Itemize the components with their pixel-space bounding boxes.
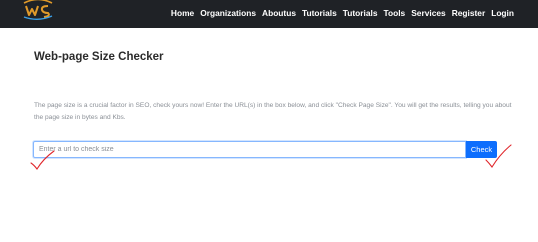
top-navbar: Home Organizations Aboutus Tutorials Tut… [0, 0, 538, 28]
page-description: The page size is a crucial factor in SEO… [34, 102, 512, 121]
nav-tutorials[interactable]: Tutorials [302, 8, 337, 18]
nav-login[interactable]: Login [491, 8, 514, 18]
site-logo[interactable] [20, 0, 56, 20]
check-button[interactable]: Check [466, 141, 497, 158]
nav-tools[interactable]: Tools [384, 8, 406, 18]
url-input[interactable] [33, 141, 466, 158]
nav-services[interactable]: Services [411, 8, 445, 18]
nav-aboutus[interactable]: Aboutus [262, 8, 296, 18]
nav-home[interactable]: Home [171, 8, 194, 18]
nav-tutorials-2[interactable]: Tutorials [343, 8, 378, 18]
page-title: Web-page Size Checker [34, 51, 164, 63]
main-nav: Home Organizations Aboutus Tutorials Tut… [171, 0, 514, 26]
nav-organizations[interactable]: Organizations [200, 8, 256, 18]
nav-register[interactable]: Register [452, 8, 486, 18]
